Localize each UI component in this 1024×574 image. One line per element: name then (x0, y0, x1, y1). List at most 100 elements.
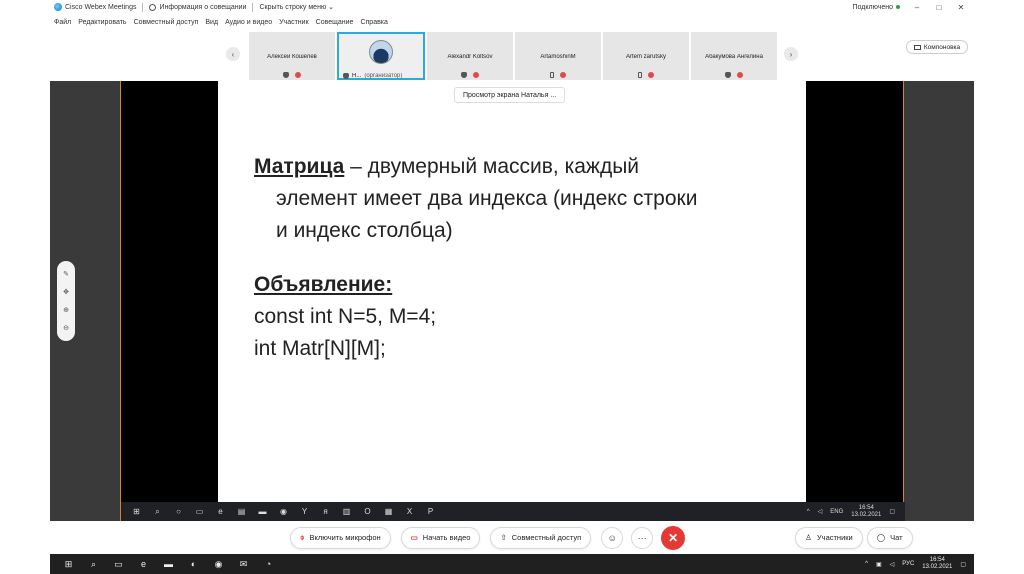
video-off-icon: ▭ (410, 533, 418, 542)
hide-menu-button[interactable]: Скрыть строку меню ⌄ (259, 3, 334, 11)
start-video-button[interactable]: ▭ Начать видео (400, 526, 481, 549)
taskbar-app-icon[interactable]: ◐ (187, 558, 200, 571)
mic-icon (283, 72, 289, 78)
mic-muted-icon: ⌽ (300, 532, 305, 542)
taskbar-app-icon: ▦ (384, 507, 393, 516)
camera-off-icon (473, 72, 479, 78)
chevron-down-icon: ⌄ (328, 4, 335, 11)
edge-icon: e (218, 507, 223, 516)
camera-off-icon (560, 72, 566, 78)
search-icon: ⌕ (155, 506, 160, 516)
meeting-info-button[interactable]: Информация о совещании (149, 3, 247, 11)
participant-tile[interactable]: Alexandr Koltsov (427, 32, 513, 80)
smile-icon: ☺ (607, 532, 617, 543)
menu-item-meeting[interactable]: Совещание (316, 19, 354, 26)
menu-item-share[interactable]: Совместный доступ (134, 19, 199, 26)
participants-label: Участники (816, 533, 853, 542)
participant-name: Alexandr Koltsov (447, 54, 493, 60)
slide-body: Матрица – двумерный массив, каждый элеме… (254, 151, 697, 365)
opera-icon: O (364, 507, 371, 516)
meeting-controls: ⌽ Включить микрофон ▭ Начать видео ⇧ Сов… (50, 521, 974, 554)
zoom-in-icon[interactable]: ⊕ (63, 306, 69, 314)
chrome-icon[interactable]: ◉ (212, 558, 225, 571)
edge-icon[interactable]: e (137, 558, 150, 571)
phone-icon (550, 72, 554, 78)
tray-up-icon[interactable]: ^ (865, 561, 868, 567)
windows-taskbar: ⊞ ⌕ ▭ e ▬ ◐ ◉ ✉ ◔ ^ ▣ ◁ РУС 16:54 13.02.… (50, 554, 974, 574)
mail-icon[interactable]: ✉ (237, 558, 250, 571)
unmute-button[interactable]: ⌽ Включить микрофон (290, 526, 391, 549)
chat-button[interactable]: ◯ Чат (866, 526, 913, 549)
tray-clock[interactable]: 16:54 13.02.2021 (922, 557, 952, 571)
webex-taskbar-icon[interactable]: ◔ (262, 558, 275, 571)
menu-item-view[interactable]: Вид (205, 19, 218, 26)
hide-menu-label: Скрыть строку меню (259, 4, 327, 11)
leave-meeting-button[interactable]: ✕ (661, 525, 686, 550)
computer-icon (638, 72, 642, 78)
avatar (369, 40, 393, 64)
taskbar-app-icon: ▥ (342, 507, 351, 516)
viewer-label[interactable]: Просмотр экрана Наталья ... (454, 87, 566, 103)
shared-screen: Просмотр экрана Наталья ... Матрица – дв… (120, 81, 905, 521)
more-icon: ··· (637, 532, 647, 543)
menu-item-help[interactable]: Справка (360, 19, 387, 26)
participant-tile[interactable]: Artem zarutsky (603, 32, 689, 80)
tray-date: 13.02.2021 (922, 564, 953, 570)
camera-off-icon (295, 72, 301, 78)
layout-label: Компоновка (923, 43, 961, 51)
strip-next-button[interactable]: › (784, 47, 798, 61)
participants-icon: ♙ (805, 533, 812, 542)
slide-code-line-1: const int N=5, M=4; (254, 305, 437, 328)
search-icon[interactable]: ⌕ (87, 558, 100, 571)
minimize-icon[interactable]: – (912, 3, 922, 12)
connection-status: Подключено (853, 4, 900, 11)
pan-icon[interactable]: ✥ (63, 288, 69, 296)
tray-date: 13.02.2021 (851, 511, 882, 518)
close-icon[interactable]: ✕ (956, 3, 966, 12)
menu-item-edit[interactable]: Редактировать (78, 19, 126, 26)
tray-lang: ENG (830, 508, 844, 515)
volume-icon[interactable]: ◁ (890, 561, 895, 568)
more-options-button[interactable]: ··· (631, 526, 654, 549)
taskbar-app-icon: ▭ (195, 507, 204, 516)
maximize-icon[interactable]: □ (934, 3, 944, 12)
app-title-text: Cisco Webex Meetings (65, 3, 137, 11)
share-button[interactable]: ⇧ Совместный доступ (490, 526, 592, 549)
annotate-icon[interactable]: ✎ (63, 270, 69, 278)
participants-button[interactable]: ♙ Участники (795, 526, 863, 549)
strip-prev-button[interactable]: ‹ (226, 47, 240, 61)
camera-off-icon (737, 72, 743, 78)
notifications-icon[interactable]: ▢ (960, 561, 966, 568)
menu-item-audio-video[interactable]: Аудио и видео (225, 19, 272, 26)
layout-button[interactable]: Компоновка (906, 40, 968, 54)
menu-item-file[interactable]: Файл (54, 19, 71, 26)
yandex-icon: я (323, 507, 328, 516)
folder-icon: ▬ (258, 507, 267, 516)
windows-start-icon[interactable]: ⊞ (62, 558, 75, 571)
layout-icon (913, 44, 921, 50)
network-icon[interactable]: ▣ (876, 561, 882, 568)
task-view-icon[interactable]: ▭ (112, 558, 125, 571)
participant-status-icons (427, 72, 513, 78)
slide-spacer (254, 247, 697, 269)
title-bar: Cisco Webex Meetings Информация о совеща… (50, 0, 974, 14)
participant-tile-host[interactable]: Н... (организатор) (337, 32, 425, 80)
participant-tile[interactable]: Абакумова Ангелина (691, 32, 777, 80)
participant-tile[interactable]: ArtamoshinM (515, 32, 601, 80)
participant-status-icons (515, 72, 601, 78)
tray-lang[interactable]: РУС (902, 561, 914, 567)
menu-item-participant[interactable]: Участник (279, 19, 309, 26)
camera-off-icon (648, 72, 654, 78)
chat-label: Чат (890, 533, 903, 542)
folder-icon[interactable]: ▬ (162, 558, 175, 571)
meeting-info-label: Информация о совещании (159, 3, 247, 11)
zoom-out-icon[interactable]: ⊖ (63, 324, 69, 332)
presentation-slide: Просмотр экрана Наталья ... Матрица – дв… (218, 81, 806, 502)
tray-up-icon: ^ (806, 508, 810, 515)
reactions-button[interactable]: ☺ (601, 526, 624, 549)
participant-name: Artem zarutsky (625, 54, 666, 60)
close-icon: ✕ (668, 530, 679, 545)
participant-tile[interactable]: Алексей Кошелев (249, 32, 335, 80)
powerpoint-icon: P (427, 507, 434, 516)
share-icon: ⇧ (500, 533, 507, 542)
